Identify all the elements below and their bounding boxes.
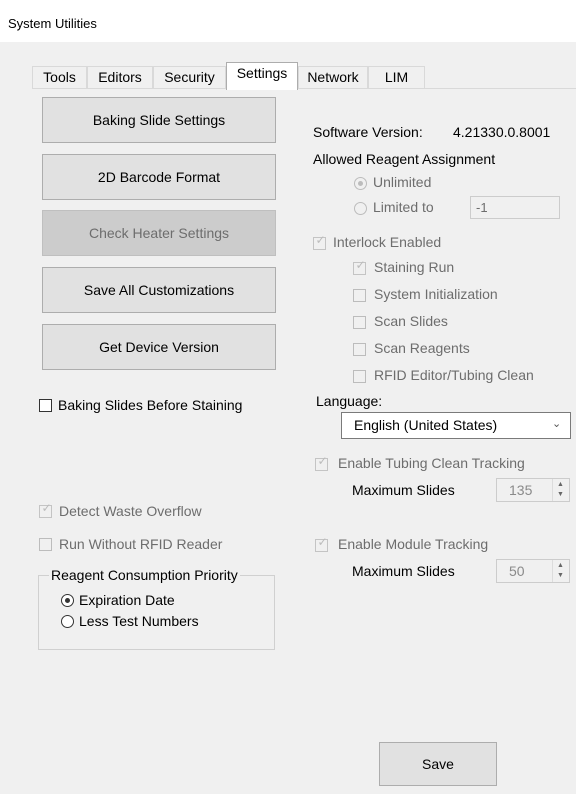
tab-strip: Tools Editors Security Settings Network …: [0, 62, 576, 90]
limited-to-label: Limited to: [373, 199, 434, 215]
scan-slides-label: Scan Slides: [374, 313, 448, 329]
allowed-reagent-label: Allowed Reagent Assignment: [313, 151, 496, 167]
get-device-version-button[interactable]: Get Device Version: [42, 324, 276, 370]
language-value: English (United States): [354, 417, 498, 433]
module-max-slides-label: Maximum Slides: [352, 563, 455, 579]
software-version-label: Software Version:: [313, 124, 423, 140]
module-tracking-label: Enable Module Tracking: [338, 536, 489, 552]
barcode-format-button[interactable]: 2D Barcode Format: [42, 154, 276, 200]
title-bar: System Utilities: [0, 0, 576, 42]
stepper-up-icon: ▲: [557, 562, 564, 569]
tab-lim[interactable]: LIM: [368, 66, 425, 89]
check-icon: ✓: [315, 233, 326, 247]
tab-network[interactable]: Network: [298, 66, 368, 89]
scan-reagents-label: Scan Reagents: [374, 340, 470, 356]
stepper-up-icon: ▲: [557, 481, 564, 488]
expiration-date-radio[interactable]: [61, 594, 74, 607]
tab-settings[interactable]: Settings: [226, 62, 298, 90]
scan-reagents-checkbox: [353, 343, 366, 356]
less-test-numbers-radio[interactable]: [61, 615, 74, 628]
detect-waste-checkbox: ✓: [39, 501, 52, 518]
unlimited-radio: [354, 177, 367, 190]
system-initialization-label: System Initialization: [374, 286, 498, 302]
window-title: System Utilities: [8, 16, 97, 31]
check-icon: ✓: [317, 454, 328, 468]
unlimited-label: Unlimited: [373, 174, 432, 190]
software-version-value: 4.21330.0.8001: [453, 124, 551, 140]
save-all-customizations-button[interactable]: Save All Customizations: [42, 267, 276, 313]
detect-waste-label: Detect Waste Overflow: [59, 503, 202, 519]
check-icon: ✓: [41, 501, 52, 515]
run-without-rfid-label: Run Without RFID Reader: [59, 536, 223, 552]
interlock-enabled-checkbox: ✓: [313, 233, 326, 250]
tubing-max-slides-label: Maximum Slides: [352, 482, 455, 498]
tubing-max-slides-value: 135: [509, 482, 533, 498]
limited-to-input: -1: [470, 196, 560, 219]
tab-editors[interactable]: Editors: [87, 66, 153, 89]
stepper-arrows: ▲ ▼: [552, 560, 569, 582]
tubing-clean-tracking-checkbox: ✓: [315, 454, 328, 471]
baking-slide-settings-button[interactable]: Baking Slide Settings: [42, 97, 276, 143]
rfid-editor-label: RFID Editor/Tubing Clean: [374, 367, 534, 383]
tubing-clean-tracking-label: Enable Tubing Clean Tracking: [338, 455, 525, 471]
module-max-slides-value: 50: [509, 563, 525, 579]
reagent-priority-title: Reagent Consumption Priority: [49, 567, 240, 583]
module-tracking-checkbox: ✓: [315, 535, 328, 552]
check-icon: ✓: [355, 258, 366, 272]
rfid-editor-checkbox: [353, 370, 366, 383]
stepper-down-icon: ▼: [557, 572, 564, 579]
tab-security[interactable]: Security: [153, 66, 226, 89]
stepper-down-icon: ▼: [557, 491, 564, 498]
baking-before-staining-label: Baking Slides Before Staining: [58, 397, 243, 413]
language-label: Language:: [316, 393, 383, 409]
radio-selected-dot: [358, 181, 363, 186]
tab-tools[interactable]: Tools: [32, 66, 87, 89]
staining-run-checkbox: ✓: [353, 258, 366, 275]
system-initialization-checkbox: [353, 289, 366, 302]
tubing-max-slides-stepper: 135 ▲ ▼: [496, 478, 570, 502]
baking-before-staining-checkbox[interactable]: [39, 399, 52, 412]
language-dropdown[interactable]: English (United States) ⌄: [341, 412, 571, 439]
less-test-numbers-label: Less Test Numbers: [79, 613, 199, 629]
radio-selected-dot: [65, 598, 70, 603]
module-max-slides-stepper: 50 ▲ ▼: [496, 559, 570, 583]
run-without-rfid-checkbox: [39, 538, 52, 551]
expiration-date-label: Expiration Date: [79, 592, 175, 608]
interlock-enabled-label: Interlock Enabled: [333, 234, 442, 250]
staining-run-label: Staining Run: [374, 259, 455, 275]
check-icon: ✓: [317, 535, 328, 549]
chevron-down-icon: ⌄: [552, 418, 562, 430]
limited-to-radio: [354, 202, 367, 215]
save-button[interactable]: Save: [379, 742, 497, 786]
stepper-arrows: ▲ ▼: [552, 479, 569, 501]
scan-slides-checkbox: [353, 316, 366, 329]
check-heater-settings-button: Check Heater Settings: [42, 210, 276, 256]
